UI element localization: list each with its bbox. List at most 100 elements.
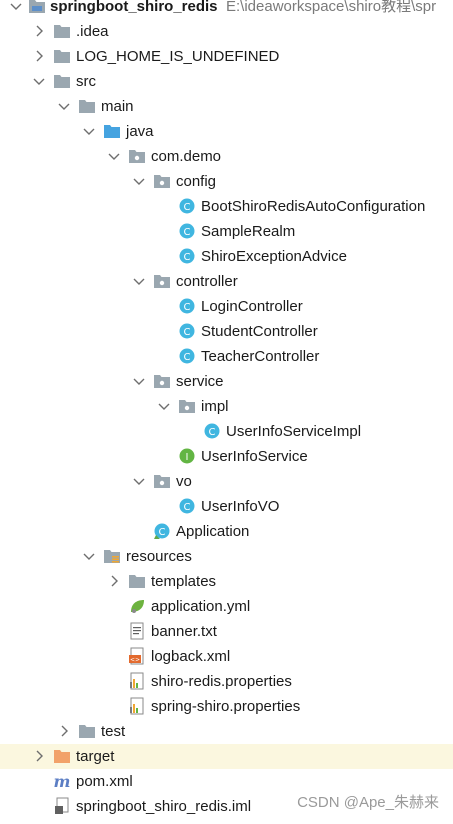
tree-node-userinfovo[interactable]: C UserInfoVO xyxy=(0,494,453,519)
excluded-folder-icon xyxy=(53,747,71,765)
svg-text:C: C xyxy=(184,352,191,363)
class-icon: C xyxy=(178,197,196,215)
chevron-down-icon[interactable] xyxy=(131,273,147,289)
tree-node-vo[interactable]: vo xyxy=(0,469,453,494)
chevron-down-icon[interactable] xyxy=(8,0,24,14)
tree-node-logincontroller[interactable]: C LoginController xyxy=(0,294,453,319)
tree-node-label: UserInfoServiceImpl xyxy=(226,423,362,440)
tree-node-label: vo xyxy=(176,473,192,490)
chevron-down-icon[interactable] xyxy=(131,473,147,489)
chevron-right-icon[interactable] xyxy=(31,23,47,39)
module-path: E:\ideaworkspace\shiro教程\spr xyxy=(226,0,437,15)
tree-node-label: StudentController xyxy=(201,323,318,340)
tree-node-spring-shiro-properties[interactable]: spring-shiro.properties xyxy=(0,694,453,719)
tree-node-src[interactable]: src xyxy=(0,69,453,94)
chevron-right-icon[interactable] xyxy=(56,723,72,739)
tree-node-label: resources xyxy=(126,548,192,565)
tree-node-shiro-redis-properties[interactable]: shiro-redis.properties xyxy=(0,669,453,694)
chevron-down-icon[interactable] xyxy=(81,548,97,564)
tree-node-label: pom.xml xyxy=(76,773,133,790)
tree-node-test[interactable]: test xyxy=(0,719,453,744)
tree-node-service[interactable]: service xyxy=(0,369,453,394)
tree-node-label: banner.txt xyxy=(151,623,217,640)
source-folder-icon xyxy=(103,122,121,140)
tree-node-label: com.demo xyxy=(151,148,222,165)
tree-node-label: config xyxy=(176,173,217,190)
folder-icon xyxy=(53,47,71,65)
tree-node-label: target xyxy=(76,748,115,765)
class-icon: C xyxy=(178,297,196,315)
tree-node-label: main xyxy=(101,98,134,115)
tree-node-teachercontroller[interactable]: C TeacherController xyxy=(0,344,453,369)
tree-node-samplerealm[interactable]: C SampleRealm xyxy=(0,219,453,244)
svg-text:C: C xyxy=(159,527,166,538)
tree-node-main[interactable]: main xyxy=(0,94,453,119)
tree-node-banner-txt[interactable]: banner.txt xyxy=(0,619,453,644)
tree-node-studentcontroller[interactable]: C StudentController xyxy=(0,319,453,344)
properties-icon xyxy=(128,697,146,715)
class-icon: C xyxy=(178,497,196,515)
tree-node-java[interactable]: java xyxy=(0,119,453,144)
project-tree: springboot_shiro_redis E:\ideaworkspace\s… xyxy=(0,0,453,824)
tree-node-target[interactable]: target xyxy=(0,744,453,769)
chevron-down-icon[interactable] xyxy=(106,148,122,164)
tree-node-config[interactable]: config xyxy=(0,169,453,194)
tree-node-application[interactable]: C Application xyxy=(0,519,453,544)
tree-node-label: templates xyxy=(151,573,217,590)
tree-node-label: src xyxy=(76,73,96,90)
chevron-down-icon[interactable] xyxy=(131,373,147,389)
chevron-right-icon[interactable] xyxy=(31,48,47,64)
tree-node-controller[interactable]: controller xyxy=(0,269,453,294)
tree-node-springboot-shiro-redis[interactable]: springboot_shiro_redis E:\ideaworkspace\s… xyxy=(0,0,453,19)
package-icon xyxy=(153,372,171,390)
tree-node-com-demo[interactable]: com.demo xyxy=(0,144,453,169)
properties-icon xyxy=(128,672,146,690)
package-icon xyxy=(128,147,146,165)
folder-icon xyxy=(53,72,71,90)
svg-text:m: m xyxy=(54,772,71,790)
tree-node-label: UserInfoVO xyxy=(201,498,280,515)
tree-node-pom-xml[interactable]: m pom.xml xyxy=(0,769,453,794)
tree-node-label: ShiroExceptionAdvice xyxy=(201,248,347,265)
tree-node-shiroexceptionadvice[interactable]: C ShiroExceptionAdvice xyxy=(0,244,453,269)
tree-node-logback-xml[interactable]: <> logback.xml xyxy=(0,644,453,669)
tree-node-label: impl xyxy=(201,398,229,415)
tree-node-label: UserInfoService xyxy=(201,448,308,465)
package-icon xyxy=(153,172,171,190)
tree-node-templates[interactable]: templates xyxy=(0,569,453,594)
folder-icon xyxy=(78,97,96,115)
svg-text:C: C xyxy=(209,427,216,438)
tree-node-label: TeacherController xyxy=(201,348,320,365)
chevron-down-icon[interactable] xyxy=(81,123,97,139)
yml-icon xyxy=(128,597,146,615)
xml-icon: <> xyxy=(128,647,146,665)
chevron-down-icon[interactable] xyxy=(131,173,147,189)
chevron-right-icon[interactable] xyxy=(106,573,122,589)
chevron-down-icon[interactable] xyxy=(156,398,172,414)
tree-node-bootshiroredisautoconfiguration[interactable]: C BootShiroRedisAutoConfiguration xyxy=(0,194,453,219)
chevron-down-icon[interactable] xyxy=(56,98,72,114)
chevron-down-icon[interactable] xyxy=(31,73,47,89)
module-icon xyxy=(28,0,46,15)
tree-node-userinfoservice[interactable]: I UserInfoService xyxy=(0,444,453,469)
tree-node-userinfoserviceimpl[interactable]: C UserInfoServiceImpl xyxy=(0,419,453,444)
tree-node-label: springboot_shiro_redis xyxy=(50,0,218,15)
tree-node-application-yml[interactable]: application.yml xyxy=(0,594,453,619)
tree-node-impl[interactable]: impl xyxy=(0,394,453,419)
tree-node-log-home-is-undefined[interactable]: LOG_HOME_IS_UNDEFINED xyxy=(0,44,453,69)
tree-node-label: BootShiroRedisAutoConfiguration xyxy=(201,198,426,215)
package-icon xyxy=(153,472,171,490)
tree-node-label: test xyxy=(101,723,126,740)
tree-node-label: shiro-redis.properties xyxy=(151,673,292,690)
class-icon: C xyxy=(178,347,196,365)
interface-icon: I xyxy=(178,447,196,465)
package-icon xyxy=(178,397,196,415)
tree-node-resources[interactable]: resources xyxy=(0,544,453,569)
svg-text:<>: <> xyxy=(130,657,140,664)
chevron-right-icon[interactable] xyxy=(31,748,47,764)
tree-node-label: spring-shiro.properties xyxy=(151,698,301,715)
folder-icon xyxy=(53,22,71,40)
tree-node-idea[interactable]: .idea xyxy=(0,19,453,44)
tree-node-label: logback.xml xyxy=(151,648,231,665)
class-icon: C xyxy=(178,222,196,240)
